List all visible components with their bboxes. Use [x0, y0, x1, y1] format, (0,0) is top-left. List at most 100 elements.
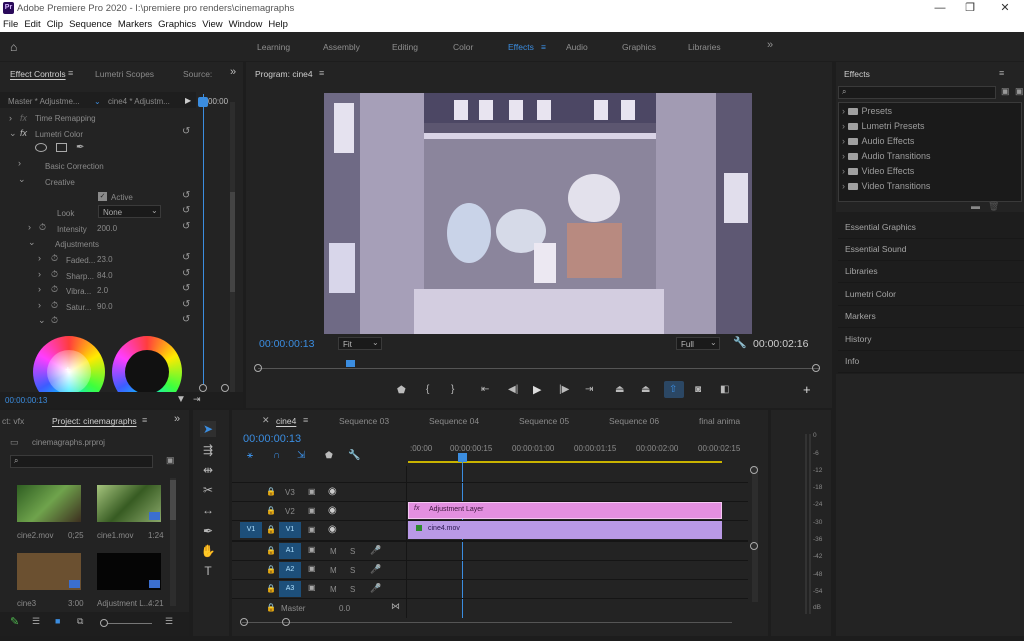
- panel-menu-icon[interactable]: ≡: [68, 68, 73, 78]
- add-marker-icon[interactable]: ⬟: [325, 450, 333, 461]
- history-panel[interactable]: History: [838, 329, 1024, 351]
- reset-icon[interactable]: ↺: [182, 126, 190, 137]
- timeline-playhead-handle[interactable]: [458, 453, 467, 462]
- stopwatch-icon[interactable]: ⏱: [51, 284, 58, 295]
- reset-icon[interactable]: ↺: [182, 252, 190, 263]
- tab-project[interactable]: Project: cinemagraphs: [52, 416, 137, 426]
- collapse-icon[interactable]: ⌄: [38, 315, 46, 326]
- master-keyframe-icon[interactable]: ⋈: [391, 601, 400, 612]
- rectangle-mask-icon[interactable]: [56, 143, 67, 152]
- v-zoom-handle-top[interactable]: [750, 466, 758, 474]
- 32bit-effects-icon[interactable]: ▣: [1015, 86, 1024, 97]
- play-icon[interactable]: ▶: [185, 96, 191, 105]
- eye-icon[interactable]: ◉: [328, 486, 337, 497]
- work-area-bar[interactable]: [408, 461, 722, 463]
- h-zoom-handle-right[interactable]: [282, 618, 290, 626]
- stopwatch-icon[interactable]: ⏱: [39, 222, 46, 233]
- param-value[interactable]: 2.0: [97, 286, 108, 295]
- list-view-icon[interactable]: ☰: [32, 616, 40, 627]
- effects-search-input[interactable]: ⌕: [838, 86, 996, 99]
- effects-item[interactable]: › Lumetri Presets: [842, 121, 925, 131]
- delete-icon[interactable]: 🗑: [988, 201, 999, 212]
- menu-view[interactable]: View: [199, 17, 225, 30]
- ec-playhead-handle[interactable]: [198, 97, 208, 107]
- lift-icon[interactable]: ⏏: [615, 384, 624, 395]
- add-button-icon[interactable]: +: [803, 382, 811, 397]
- master-value[interactable]: 0.0: [339, 604, 350, 613]
- track-select-tool-icon[interactable]: ⇶: [200, 442, 216, 458]
- timeline-v-scrollbar[interactable]: [752, 466, 758, 602]
- snap-icon[interactable]: ∩: [273, 450, 280, 461]
- collapse-icon[interactable]: ⌄: [9, 128, 17, 139]
- tab-vfx[interactable]: ct: vfx: [2, 416, 24, 426]
- ws-effects[interactable]: Effects: [508, 42, 534, 52]
- markers-panel[interactable]: Markers: [838, 306, 1024, 328]
- timeline-tab[interactable]: Sequence 03: [339, 416, 389, 426]
- mute-button[interactable]: M: [330, 585, 337, 594]
- zoom-handle-left[interactable]: [199, 384, 207, 392]
- expand-icon[interactable]: ›: [38, 300, 41, 310]
- reset-icon[interactable]: ↺: [182, 314, 190, 325]
- menu-help[interactable]: Help: [265, 17, 291, 30]
- track-target-a3[interactable]: A3: [279, 581, 301, 597]
- reset-icon[interactable]: ↺: [182, 205, 190, 216]
- lock-icon[interactable]: 🔒: [266, 506, 276, 515]
- ws-assembly[interactable]: Assembly: [323, 42, 360, 52]
- lock-icon[interactable]: 🔒: [266, 584, 276, 593]
- type-tool-icon[interactable]: T: [200, 563, 216, 579]
- clip-thumbnail[interactable]: [97, 553, 161, 590]
- reset-icon[interactable]: ↺: [182, 299, 190, 310]
- chevron-down-icon[interactable]: ⌄: [94, 97, 101, 106]
- effects-item[interactable]: › Video Transitions: [842, 181, 930, 191]
- scrubber-start-handle[interactable]: [254, 364, 262, 372]
- effects-item[interactable]: › Presets: [842, 106, 892, 116]
- panel-menu-icon[interactable]: ≡: [142, 415, 147, 425]
- step-back-icon[interactable]: ◀|: [508, 384, 518, 395]
- zoom-slider-handle[interactable]: [100, 619, 108, 627]
- microphone-icon[interactable]: 🎤: [370, 545, 381, 556]
- effects-item[interactable]: › Audio Transitions: [842, 151, 931, 161]
- info-panel[interactable]: Info: [838, 351, 1024, 373]
- export-frame-active-icon[interactable]: ⇧: [669, 384, 677, 395]
- active-checkbox[interactable]: ✓: [98, 192, 107, 201]
- pen-mask-icon[interactable]: ✒: [76, 142, 84, 153]
- expand-icon[interactable]: ›: [9, 113, 12, 123]
- adjustment-layer-clip[interactable]: fx Adjustment Layer: [408, 502, 722, 519]
- param-value[interactable]: 84.0: [97, 271, 113, 280]
- eye-icon[interactable]: ◉: [328, 524, 337, 535]
- mark-in-icon[interactable]: {: [426, 384, 429, 395]
- project-scroll-thumb[interactable]: [170, 480, 176, 520]
- go-to-out-icon[interactable]: ⇥: [585, 384, 593, 395]
- clip-thumbnail[interactable]: [17, 485, 81, 522]
- lock-icon[interactable]: 🔒: [266, 565, 276, 574]
- ec-playhead[interactable]: [203, 94, 204, 384]
- tab-lumetri-scopes[interactable]: Lumetri Scopes: [95, 69, 154, 79]
- ws-color[interactable]: Color: [453, 42, 473, 52]
- reset-icon[interactable]: ↺: [182, 283, 190, 294]
- timeline-tab[interactable]: Sequence 06: [609, 416, 659, 426]
- minimize-icon[interactable]: —: [925, 1, 955, 16]
- source-patch-v1[interactable]: V1: [240, 522, 262, 538]
- menu-edit[interactable]: Edit: [21, 17, 43, 30]
- clip-label[interactable]: cine4 * Adjustm...: [108, 97, 170, 106]
- stopwatch-icon[interactable]: ⏱: [51, 315, 58, 326]
- ws-editing[interactable]: Editing: [392, 42, 418, 52]
- ws-graphics[interactable]: Graphics: [622, 42, 656, 52]
- effects-item[interactable]: › Audio Effects: [842, 136, 914, 146]
- eye-icon[interactable]: ◉: [328, 505, 337, 516]
- reset-icon[interactable]: ↺: [182, 190, 190, 201]
- clip-thumbnail[interactable]: [17, 553, 81, 590]
- ws-menu-icon[interactable]: ≡: [541, 42, 546, 52]
- home-icon[interactable]: ⌂: [10, 40, 17, 54]
- sync-lock-icon[interactable]: ▣: [308, 487, 316, 496]
- ripple-edit-tool-icon[interactable]: ⇹: [200, 462, 216, 478]
- reset-icon[interactable]: ↺: [182, 268, 190, 279]
- lumetri-color-panel[interactable]: Lumetri Color: [838, 284, 1024, 306]
- effects-item[interactable]: › Video Effects: [842, 166, 914, 176]
- project-search-input[interactable]: ⌕: [10, 455, 153, 468]
- program-timecode[interactable]: 00:00:00:13: [259, 338, 314, 350]
- go-to-in-icon[interactable]: ⇤: [481, 384, 489, 395]
- essential-sound-panel[interactable]: Essential Sound: [838, 239, 1024, 261]
- lock-icon[interactable]: 🔒: [266, 603, 276, 612]
- nest-icon[interactable]: ⚹: [247, 450, 253, 461]
